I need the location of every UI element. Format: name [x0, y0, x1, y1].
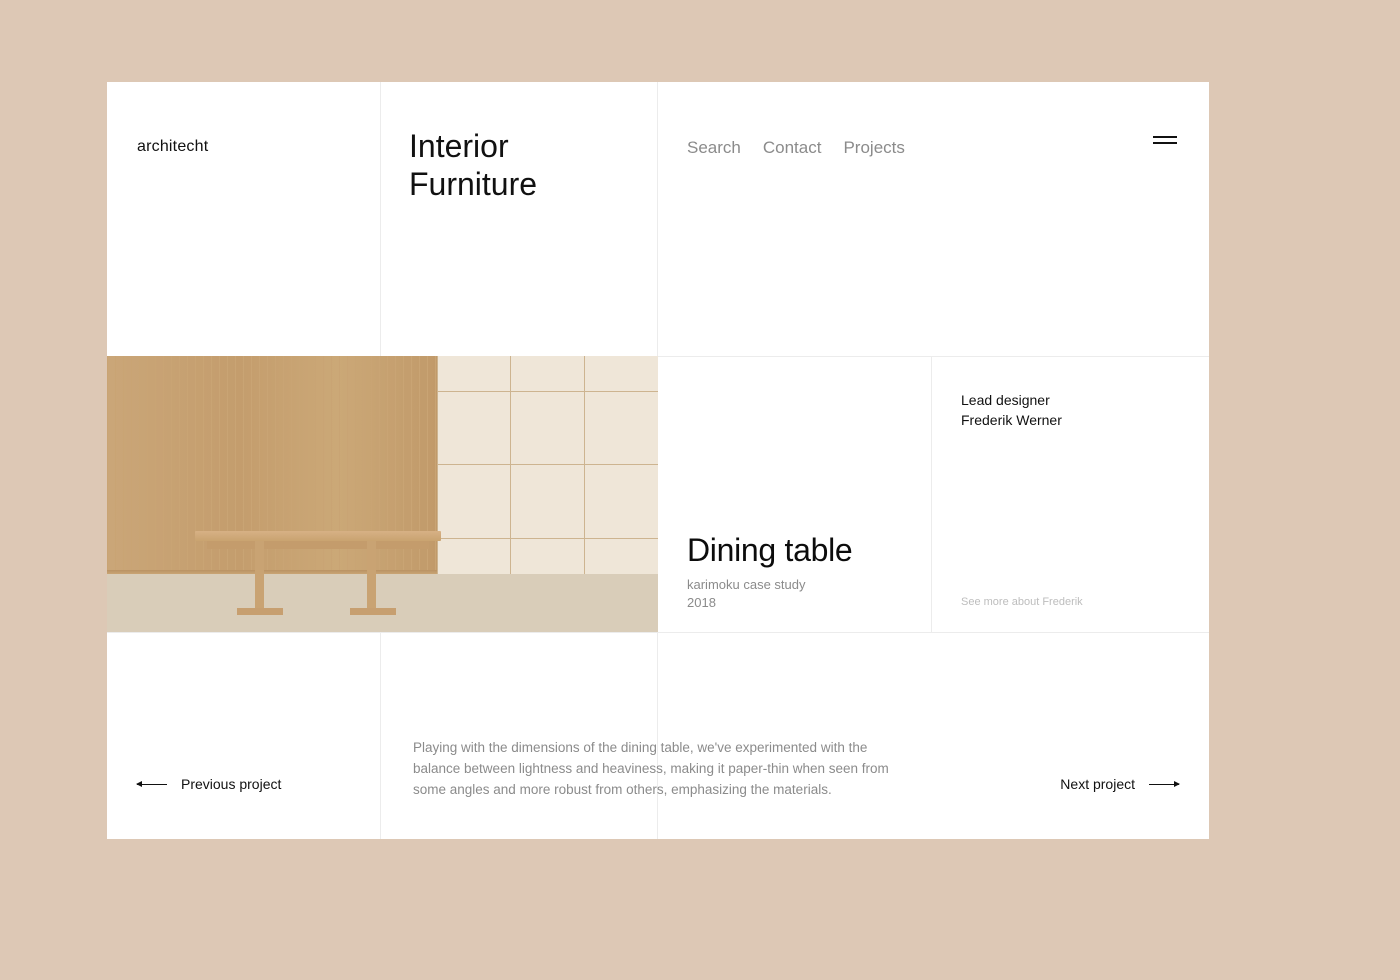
brand-logo[interactable]: architecht	[137, 138, 208, 156]
grid-line	[107, 632, 1209, 633]
nav-contact[interactable]: Contact	[763, 138, 822, 158]
product-hero-image	[107, 356, 658, 632]
arrow-left-icon	[137, 784, 167, 785]
product-info: Dining table karimoku case study 2018	[687, 356, 931, 632]
arrow-right-icon	[1149, 784, 1179, 785]
designer-name: Frederik Werner	[961, 412, 1062, 428]
hamburger-menu-icon[interactable]	[1153, 136, 1177, 146]
designer-more-link[interactable]: See more about Frederik	[961, 596, 1083, 608]
next-project-button[interactable]: Next project	[1060, 776, 1179, 792]
product-subtitle: karimoku case study 2018	[687, 576, 806, 612]
nav-projects[interactable]: Projects	[843, 138, 904, 158]
page-title-line2: Furniture	[409, 166, 537, 202]
product-description: Playing with the dimensions of the dinin…	[413, 738, 899, 801]
grid-line	[931, 356, 932, 632]
prev-project-button[interactable]: Previous project	[137, 776, 281, 792]
product-subtitle-line2: 2018	[687, 595, 716, 610]
nav-search[interactable]: Search	[687, 138, 741, 158]
next-project-label: Next project	[1060, 776, 1135, 792]
top-nav: Search Contact Projects	[687, 138, 905, 158]
product-title: Dining table	[687, 532, 852, 569]
page-title: Interior Furniture	[409, 127, 537, 204]
page-card: architecht Interior Furniture Search Con…	[107, 82, 1209, 839]
product-subtitle-line1: karimoku case study	[687, 577, 806, 592]
designer-label: Lead designer	[961, 392, 1050, 408]
designer-info: Lead designer Frederik Werner See more a…	[961, 356, 1209, 632]
prev-project-label: Previous project	[181, 776, 281, 792]
page-title-line1: Interior	[409, 128, 509, 164]
